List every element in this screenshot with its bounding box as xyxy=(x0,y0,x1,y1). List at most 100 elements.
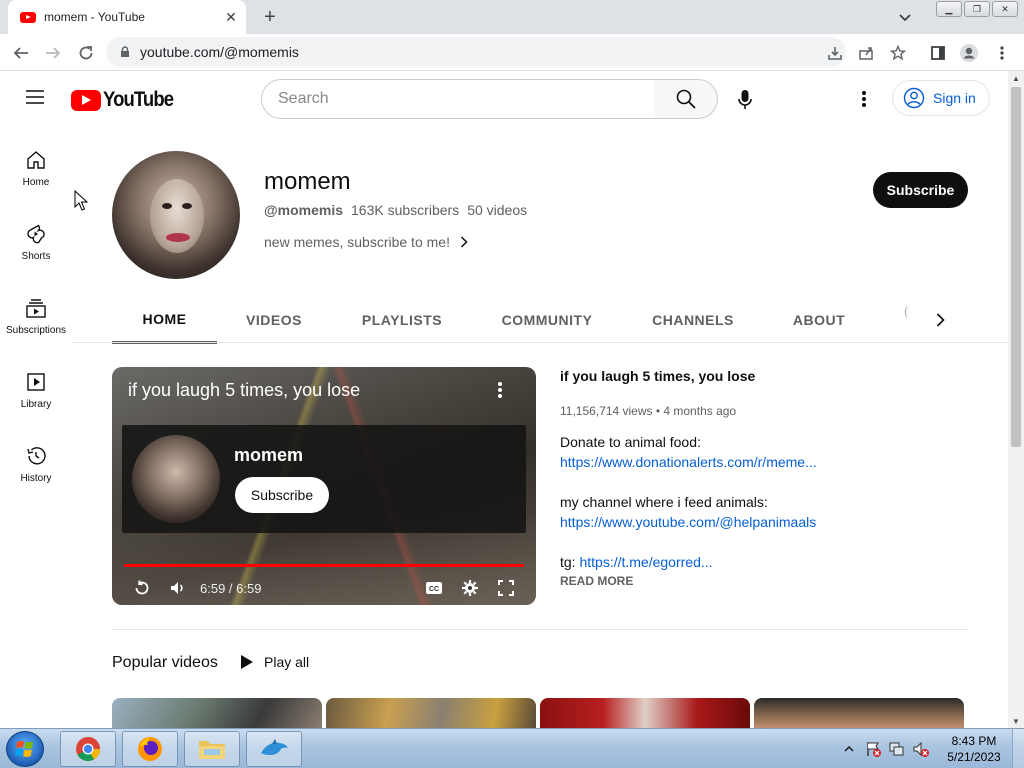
scrollbar-thumb[interactable] xyxy=(1011,87,1021,447)
youtube-logo[interactable]: YouTube xyxy=(71,88,183,112)
popular-videos-row xyxy=(112,698,968,728)
description-line: Donate to animal food: xyxy=(560,434,701,450)
show-desktop-button[interactable] xyxy=(1012,729,1024,768)
tab-home[interactable]: HOME xyxy=(112,296,217,344)
reload-button[interactable] xyxy=(73,40,99,66)
bookmark-star-icon[interactable] xyxy=(885,40,911,66)
browser-tab-title: momem - YouTube xyxy=(44,10,145,24)
tabs-divider xyxy=(72,342,1008,343)
chrome-icon xyxy=(76,737,100,762)
sidebar-item-shorts[interactable]: Shorts xyxy=(0,201,72,275)
forward-button[interactable] xyxy=(40,40,66,66)
endscreen-avatar[interactable] xyxy=(132,435,220,523)
search-placeholder: Search xyxy=(278,90,329,107)
player-progress-bar[interactable] xyxy=(124,564,524,567)
browser-tab-active[interactable]: momem - YouTube ✕ xyxy=(8,0,246,34)
telegram-link[interactable]: https://t.me/egorred... xyxy=(579,554,712,570)
tab-about[interactable]: ABOUT xyxy=(784,296,854,344)
tab-channels[interactable]: CHANNELS xyxy=(644,296,742,344)
voice-search-mic-icon[interactable] xyxy=(732,87,758,113)
settings-more-icon[interactable] xyxy=(852,87,876,111)
video-thumbnail[interactable] xyxy=(540,698,750,728)
tab-search-chevron-icon[interactable] xyxy=(894,7,916,29)
endscreen-subscribe-button[interactable]: Subscribe xyxy=(235,477,329,513)
url-text: youtube.com/@momemis xyxy=(140,44,299,60)
browser-menu-icon[interactable] xyxy=(989,40,1015,66)
captions-icon[interactable]: CC xyxy=(422,572,446,604)
sidebar-item-history[interactable]: History xyxy=(0,423,72,497)
donation-link[interactable]: https://www.donationalerts.com/r/meme... xyxy=(560,454,817,470)
mouse-cursor-icon xyxy=(74,190,88,211)
taskbar-file-explorer[interactable] xyxy=(184,731,240,767)
windows-logo-icon xyxy=(15,740,33,757)
subscribe-button[interactable]: Subscribe xyxy=(873,172,968,208)
description-line: tg: xyxy=(560,554,576,570)
video-thumbnail[interactable] xyxy=(754,698,964,728)
play-all-button[interactable]: Play all xyxy=(240,654,309,670)
tab-close-icon[interactable]: ✕ xyxy=(220,6,242,28)
taskbar-firefox[interactable] xyxy=(122,731,178,767)
read-more-button[interactable]: READ MORE xyxy=(560,574,970,588)
sidebar-item-library[interactable]: Library xyxy=(0,349,72,423)
channel-description-text: new memes, subscribe to me! xyxy=(264,234,450,250)
fullscreen-icon[interactable] xyxy=(494,572,518,604)
restore-button[interactable]: ❐ xyxy=(964,1,990,17)
featured-video-player[interactable]: if you laugh 5 times, you lose momem Sub… xyxy=(112,367,536,605)
lock-icon xyxy=(121,46,129,57)
action-center-flag-icon[interactable] xyxy=(864,740,882,758)
mini-guide: Home Shorts Subscriptions Library Histor… xyxy=(0,127,72,497)
settings-gear-icon[interactable] xyxy=(458,572,482,604)
minimize-button[interactable]: ▁ xyxy=(936,1,962,17)
side-panel-icon[interactable] xyxy=(925,40,951,66)
dolphin-icon xyxy=(261,739,288,755)
taskbar-chrome[interactable] xyxy=(60,731,116,767)
window-close-button[interactable]: ✕ xyxy=(992,1,1018,17)
history-icon xyxy=(27,447,46,465)
tab-community[interactable]: COMMUNITY xyxy=(492,296,602,344)
feed-channel-link[interactable]: https://www.youtube.com/@helpanimaals xyxy=(560,514,816,530)
scroll-up-arrow-icon[interactable]: ▲ xyxy=(1008,71,1024,85)
scroll-down-arrow-icon[interactable]: ▼ xyxy=(1008,714,1024,728)
window-controls: ▁ ❐ ✕ xyxy=(936,1,1018,17)
search-button[interactable] xyxy=(654,79,718,119)
replay-icon[interactable] xyxy=(130,572,154,604)
channel-avatar xyxy=(112,151,240,279)
youtube-favicon-icon xyxy=(20,11,36,23)
sign-in-button[interactable]: Sign in xyxy=(892,80,990,116)
tab-overflow-hint: ( xyxy=(904,304,908,318)
taskbar-app[interactable] xyxy=(246,731,302,767)
search-input[interactable]: Search xyxy=(261,79,655,119)
featured-video-title[interactable]: if you laugh 5 times, you lose xyxy=(560,368,970,384)
sidebar-item-label: Home xyxy=(22,177,50,188)
sidebar-item-subscriptions[interactable]: Subscriptions xyxy=(0,275,72,349)
volume-icon[interactable] xyxy=(166,572,190,604)
tabs-scroll-right-button[interactable] xyxy=(926,306,954,334)
firefox-icon xyxy=(138,737,162,761)
share-icon[interactable] xyxy=(853,40,879,66)
player-more-icon[interactable] xyxy=(492,379,508,401)
page-scrollbar[interactable]: ▲ ▼ xyxy=(1008,71,1024,728)
show-hidden-icons-icon[interactable] xyxy=(842,742,856,756)
video-thumbnail[interactable] xyxy=(112,698,322,728)
network-icon[interactable] xyxy=(888,740,906,758)
address-bar[interactable]: youtube.com/@momemis xyxy=(106,37,846,67)
volume-muted-icon[interactable] xyxy=(912,740,930,758)
account-circle-icon xyxy=(903,87,925,109)
sidebar-item-home[interactable]: Home xyxy=(0,127,72,201)
new-tab-button[interactable]: + xyxy=(258,5,282,29)
browser-titlebar: momem - YouTube ✕ + ▁ ❐ ✕ xyxy=(0,0,1024,34)
video-thumbnail[interactable] xyxy=(326,698,536,728)
windows-taskbar: 8:43 PM 5/21/2023 xyxy=(0,728,1024,768)
tab-playlists[interactable]: PLAYLISTS xyxy=(352,296,452,344)
tab-videos[interactable]: VIDEOS xyxy=(230,296,318,344)
channel-description[interactable]: new memes, subscribe to me! xyxy=(264,234,468,250)
taskbar-clock[interactable]: 8:43 PM 5/21/2023 xyxy=(936,733,1012,765)
back-button[interactable] xyxy=(8,40,34,66)
hamburger-menu-icon[interactable] xyxy=(24,88,48,112)
profile-avatar-icon[interactable] xyxy=(956,40,982,66)
play-icon xyxy=(241,655,253,669)
library-icon xyxy=(27,373,45,391)
start-button[interactable] xyxy=(6,731,44,767)
install-app-icon[interactable] xyxy=(822,40,848,66)
player-video-title[interactable]: if you laugh 5 times, you lose xyxy=(128,380,360,401)
